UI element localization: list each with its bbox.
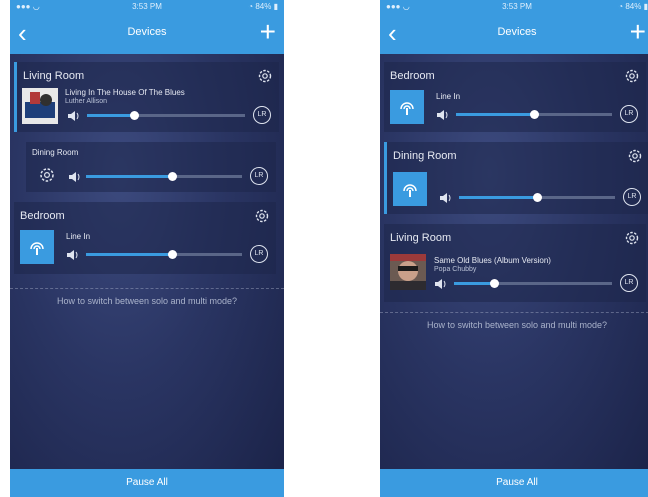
track-title: Same Old Blues (Album Version) bbox=[434, 256, 551, 265]
add-device-button[interactable]: + bbox=[630, 18, 646, 46]
track-artist: Luther Allison bbox=[65, 98, 108, 105]
pause-all-button[interactable]: Pause All bbox=[380, 469, 648, 497]
track-title: Living In The House Of The Blues bbox=[65, 88, 185, 97]
room-name: Bedroom bbox=[20, 210, 65, 222]
album-art bbox=[22, 88, 58, 124]
volume-knob[interactable] bbox=[167, 172, 177, 181]
volume-slider[interactable] bbox=[454, 279, 612, 288]
album-art bbox=[390, 254, 426, 290]
volume-slider[interactable] bbox=[456, 110, 612, 119]
add-device-button[interactable]: + bbox=[260, 18, 276, 46]
device-card-living-room[interactable]: Living Room Same Old Blues (Album Versio… bbox=[384, 224, 646, 302]
lr-channel-button[interactable]: LR bbox=[250, 167, 268, 185]
speaker-icon[interactable] bbox=[67, 109, 81, 121]
help-link[interactable]: How to switch between solo and multi mod… bbox=[10, 296, 284, 306]
volume-fill bbox=[456, 113, 534, 116]
volume-knob[interactable] bbox=[130, 111, 140, 120]
room-name: Dining Room bbox=[32, 148, 79, 157]
lr-channel-button[interactable]: LR bbox=[620, 274, 638, 292]
battery-level: 84% bbox=[625, 2, 642, 11]
volume-fill bbox=[459, 196, 537, 199]
page-title: Devices bbox=[127, 26, 167, 38]
volume-fill bbox=[86, 175, 172, 178]
lr-channel-button[interactable]: LR bbox=[620, 105, 638, 123]
volume-fill bbox=[86, 253, 172, 256]
divider bbox=[380, 312, 648, 313]
gear-icon[interactable] bbox=[624, 230, 640, 246]
lr-channel-button[interactable]: LR bbox=[250, 245, 268, 263]
volume-slider[interactable] bbox=[87, 111, 245, 120]
gear-icon[interactable] bbox=[38, 166, 56, 184]
line-in-tile bbox=[20, 230, 54, 264]
source-label: Line In bbox=[66, 232, 91, 241]
line-in-tile bbox=[393, 172, 427, 206]
speaker-icon[interactable] bbox=[68, 170, 82, 182]
device-card-bedroom[interactable]: Bedroom Line In LR bbox=[384, 62, 646, 132]
speaker-icon[interactable] bbox=[436, 108, 450, 120]
track-artist: Popa Chubby bbox=[434, 266, 477, 273]
room-name: Living Room bbox=[23, 70, 85, 82]
device-card-dining-room[interactable]: Dining Room LR bbox=[26, 142, 276, 192]
source-label: Line In bbox=[436, 92, 461, 101]
volume-knob[interactable] bbox=[489, 279, 499, 288]
volume-fill bbox=[87, 114, 135, 117]
gear-icon[interactable] bbox=[624, 68, 640, 84]
volume-slider[interactable] bbox=[459, 193, 615, 202]
speaker-icon[interactable] bbox=[66, 248, 80, 260]
nav-bar: ‹ Devices + bbox=[380, 14, 648, 54]
battery-indicator: ◔ 84% ▮ bbox=[618, 2, 648, 11]
status-bar: ●●● ◡ 3:53 PM ◔ 84% ▮ bbox=[10, 0, 284, 14]
volume-slider[interactable] bbox=[86, 250, 242, 259]
line-in-icon bbox=[403, 184, 417, 197]
volume-knob[interactable] bbox=[533, 193, 542, 202]
gear-icon[interactable] bbox=[627, 148, 643, 164]
volume-fill bbox=[454, 282, 494, 285]
device-card-dining-room[interactable]: Dining Room LR bbox=[384, 142, 648, 214]
room-name: Dining Room bbox=[393, 150, 457, 162]
gear-icon[interactable] bbox=[254, 208, 270, 224]
speaker-icon[interactable] bbox=[439, 191, 453, 203]
divider bbox=[10, 288, 284, 289]
line-in-tile bbox=[390, 90, 424, 124]
gear-icon[interactable] bbox=[257, 68, 273, 84]
nav-bar: ‹ Devices + bbox=[10, 14, 284, 54]
help-link[interactable]: How to switch between solo and multi mod… bbox=[380, 320, 648, 330]
status-bar: ●●● ◡ 3:53 PM ◔ 84% ▮ bbox=[380, 0, 648, 14]
volume-knob[interactable] bbox=[167, 250, 177, 259]
status-time: 3:53 PM bbox=[132, 2, 162, 11]
device-card-living-room[interactable]: Living Room Living In The House Of The B… bbox=[14, 62, 279, 132]
lr-channel-button[interactable]: LR bbox=[253, 106, 271, 124]
line-in-icon bbox=[400, 102, 414, 115]
lr-channel-button[interactable]: LR bbox=[623, 188, 641, 206]
page-title: Devices bbox=[497, 26, 537, 38]
status-time: 3:53 PM bbox=[502, 2, 532, 11]
phone-screen-left: ●●● ◡ 3:53 PM ◔ 84% ▮ ‹ Devices + Living… bbox=[10, 0, 284, 497]
phone-screen-right: ●●● ◡ 3:53 PM ◔ 84% ▮ ‹ Devices + Bedroo… bbox=[380, 0, 648, 497]
line-in-icon bbox=[30, 242, 44, 255]
battery-level: 84% bbox=[255, 2, 272, 11]
battery-indicator: ◔ 84% ▮ bbox=[248, 2, 278, 11]
volume-knob[interactable] bbox=[530, 110, 539, 119]
room-name: Living Room bbox=[390, 232, 452, 244]
device-card-bedroom[interactable]: Bedroom Line In LR bbox=[14, 202, 276, 274]
room-name: Bedroom bbox=[390, 70, 435, 82]
pause-all-button[interactable]: Pause All bbox=[10, 469, 284, 497]
speaker-icon[interactable] bbox=[434, 277, 448, 289]
volume-slider[interactable] bbox=[86, 172, 242, 181]
